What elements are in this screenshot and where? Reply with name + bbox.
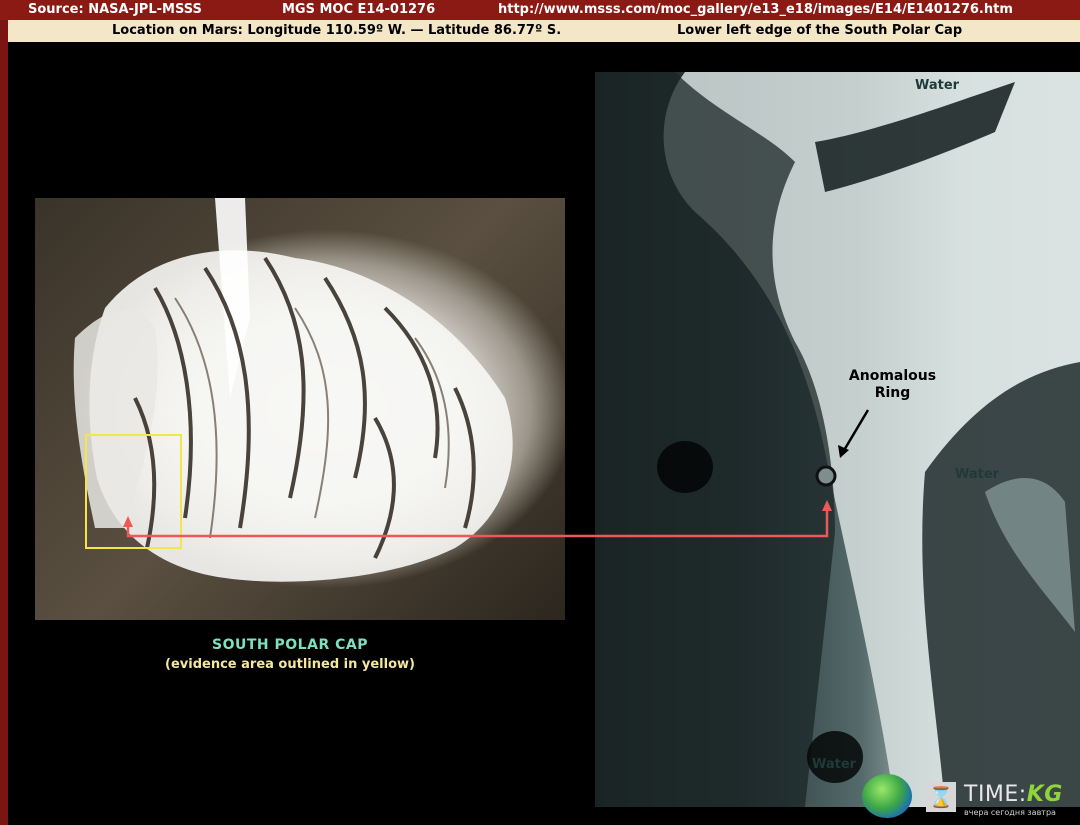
hourglass-icon: ⌛ [926,782,956,812]
annotation-overlay [85,409,870,549]
time-kg-logo: ⌛ TIME:KG вчера сегодня завтра [862,772,1080,825]
connector-arrowhead-left [123,516,133,527]
logo-tagline: вчера сегодня завтра [964,808,1056,817]
anomalous-ring-mark [815,465,837,487]
connector-arrow-line [126,505,829,538]
evidence-area-box [85,434,182,549]
globe-icon [862,774,912,818]
anomaly-pointer-line [841,409,870,453]
logo-wordmark: TIME:KG [964,782,1063,807]
connector-arrowhead-right [822,500,832,511]
